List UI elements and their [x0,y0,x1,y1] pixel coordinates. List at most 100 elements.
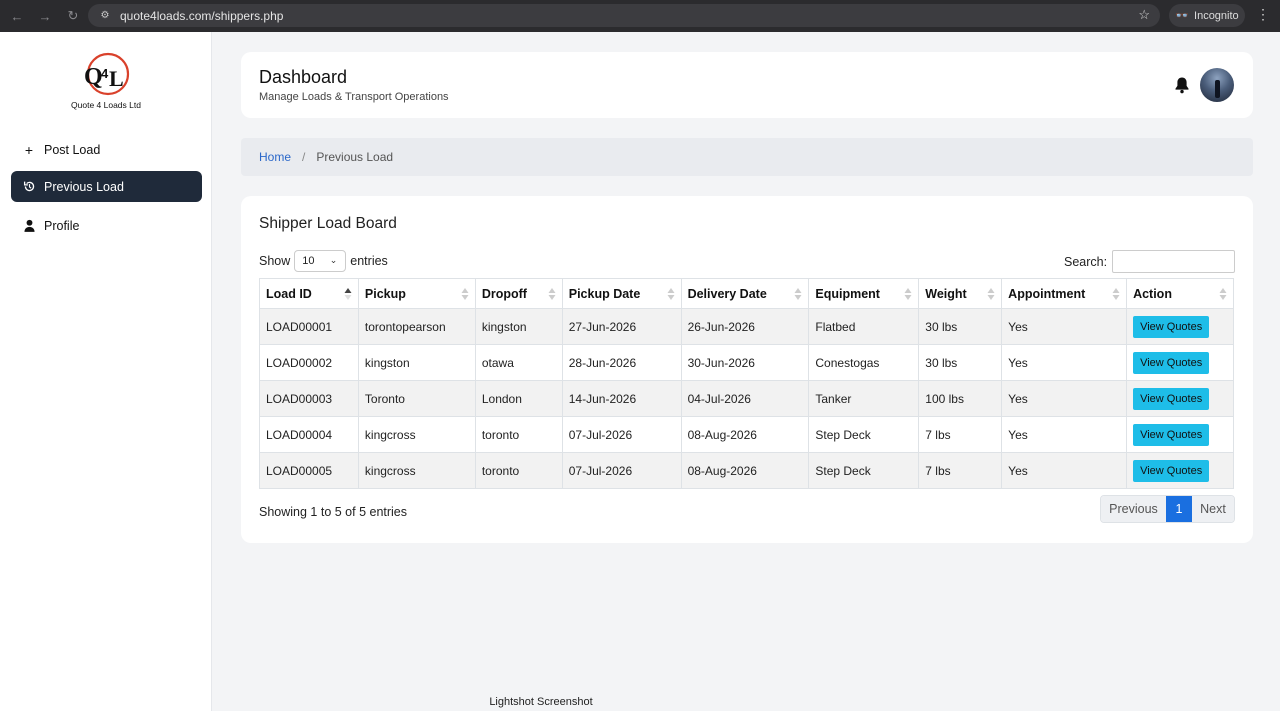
table-cell: 14-Jun-2026 [561,380,682,417]
table-cell: LOAD00003 [259,380,359,417]
bell-icon[interactable] [1174,76,1190,94]
logo-text: Quote 4 Loads Ltd [71,100,141,110]
table-cell: kingston [357,344,476,381]
svg-text:L: L [109,66,124,91]
breadcrumb-separator: / [302,150,306,164]
column-header[interactable]: Dropoff [474,278,563,309]
entries-label: entries [350,254,388,268]
sidebar-item-profile[interactable]: Profile [11,210,202,241]
back-icon[interactable]: ← [4,3,30,29]
incognito-icon: 👓 [1175,10,1190,22]
table-cell: View Quotes [1126,380,1234,417]
table-cell: 07-Jul-2026 [561,452,682,489]
table-cell: 30 lbs [918,308,1003,345]
incognito-label: Incognito [1194,9,1239,22]
sort-icon [667,288,675,300]
chevron-down-icon: ⌄ [329,255,338,265]
sort-icon [794,288,802,300]
table-cell: View Quotes [1126,308,1234,345]
plus-icon: + [24,141,34,158]
logo[interactable]: Q 4 L Quote 4 Loads Ltd [64,52,148,112]
search-label: Search: [1064,254,1108,269]
sort-icon [987,288,995,300]
user-icon [22,219,36,233]
sidebar-item-previous-load[interactable]: Previous Load [11,171,202,202]
table-cell: kingcross [357,452,476,489]
bookmark-star-icon[interactable]: ☆ [1138,7,1150,23]
pagination-previous-button[interactable]: Previous [1101,496,1166,522]
show-label: Show [259,254,291,268]
table-cell: Step Deck [808,452,920,489]
load-board-title: Shipper Load Board [259,215,397,232]
reload-icon[interactable]: ↻ [60,3,86,29]
pagination-page-button[interactable]: 1 [1166,496,1192,522]
sidebar-item-label: Profile [44,218,80,233]
page-size-value: 10 [302,255,315,267]
column-header[interactable]: Load ID [259,278,359,309]
breadcrumb-home-link[interactable]: Home [259,150,291,164]
table-cell: 28-Jun-2026 [561,344,682,381]
column-header[interactable]: Action [1126,278,1234,309]
browser-menu-icon[interactable]: ⋮ [1256,7,1270,21]
table-cell: 08-Aug-2026 [680,452,810,489]
sort-icon [904,288,912,300]
table-cell: Conestogas [808,344,920,381]
pagination: Previous 1 Next [1100,495,1235,523]
address-bar[interactable]: ⚙ quote4loads.com/shippers.php ☆ [88,4,1160,27]
table-cell: Tanker [808,380,920,417]
table-cell: 08-Aug-2026 [680,416,810,453]
table-cell: toronto [474,452,563,489]
column-header[interactable]: Pickup Date [561,278,682,309]
table-cell: London [474,380,563,417]
table-row: LOAD00005 kingcross toronto 07-Jul-2026 … [259,452,1234,489]
lightshot-overlay-label: Lightshot Screenshot [480,693,602,711]
avatar[interactable] [1200,68,1234,102]
view-quotes-button[interactable]: View Quotes [1133,388,1210,410]
page-size-select[interactable]: 10 ⌄ [294,250,347,272]
sort-icon [1219,288,1227,300]
column-header[interactable]: Weight [918,278,1003,309]
table-cell: otawa [474,344,563,381]
table-cell: 30 lbs [918,344,1003,381]
breadcrumb-current: Previous Load [316,150,394,164]
table-cell: 04-Jul-2026 [680,380,810,417]
page-subtitle: Manage Loads & Transport Operations [259,91,449,103]
pagination-next-button[interactable]: Next [1192,496,1234,522]
view-quotes-button[interactable]: View Quotes [1133,316,1210,338]
search-input[interactable] [1112,250,1236,273]
table-cell: torontopearson [357,308,476,345]
column-header[interactable]: Pickup [357,278,476,309]
table-cell: 26-Jun-2026 [680,308,810,345]
forward-icon[interactable]: → [32,3,58,29]
table-cell: Yes [1001,344,1128,381]
table-cell: Yes [1001,380,1128,417]
site-settings-icon[interactable]: ⚙ [98,9,112,23]
sort-icon [1112,288,1120,300]
breadcrumb: Home / Previous Load [241,138,1253,176]
table-cell: 07-Jul-2026 [561,416,682,453]
column-header[interactable]: Equipment [808,278,920,309]
sidebar-item-post-load[interactable]: + Post Load [11,134,202,165]
view-quotes-button[interactable]: View Quotes [1133,460,1210,482]
incognito-badge[interactable]: 👓 Incognito [1169,4,1245,27]
page-title: Dashboard [259,67,348,87]
table-cell: View Quotes [1126,344,1234,381]
table-cell: 100 lbs [918,380,1003,417]
column-header[interactable]: Delivery Date [680,278,810,309]
table-cell: View Quotes [1126,416,1234,453]
table-cell: 7 lbs [918,416,1003,453]
sort-asc-icon [344,288,352,300]
header-card: Dashboard Manage Loads & Transport Opera… [241,52,1253,118]
table-row: LOAD00003 Toronto London 14-Jun-2026 04-… [259,380,1234,417]
table-search: Search: [1064,250,1236,273]
table-cell: LOAD00001 [259,308,359,345]
view-quotes-button[interactable]: View Quotes [1133,424,1210,446]
table-cell: Yes [1001,452,1128,489]
view-quotes-button[interactable]: View Quotes [1133,352,1210,374]
history-icon [22,180,36,194]
column-header[interactable]: Appointment [1001,278,1128,309]
table-cell: Step Deck [808,416,920,453]
svg-text:4: 4 [101,66,109,81]
loads-table: Load ID Pickup Dropoff Pickup Date Deliv… [259,278,1234,489]
table-cell: toronto [474,416,563,453]
